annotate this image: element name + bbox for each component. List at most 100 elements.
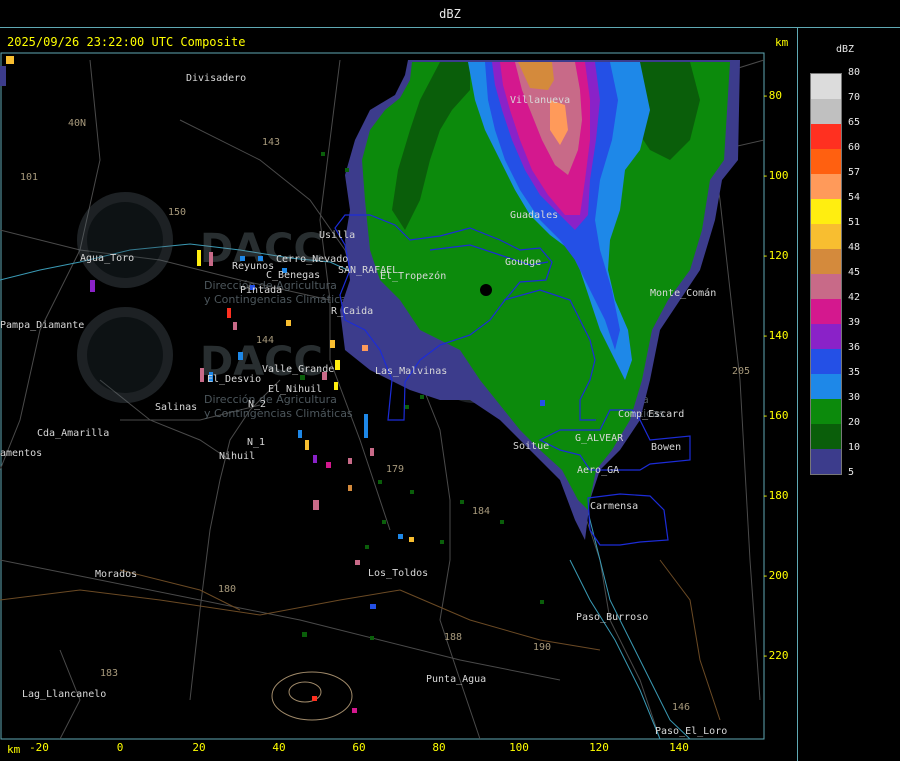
legend-swatch <box>811 274 841 299</box>
place-amentos: amentos <box>0 448 42 459</box>
timestamp: 2025/09/26 23:22:00 UTC Composite <box>7 35 246 49</box>
place-guadales: Guadales <box>510 210 558 221</box>
legend-label: 20 <box>848 417 861 428</box>
place-soitue: Soitue <box>513 441 549 452</box>
place-los-toldos: Los_Toldos <box>368 568 428 579</box>
road-188: 188 <box>444 632 462 643</box>
place-r-caida: R_Caida <box>331 306 373 317</box>
place-punta-agua: Punta_Agua <box>426 674 486 685</box>
legend-label: 35 <box>848 367 861 378</box>
radar-map[interactable]: DACC DACC DACC DACC Dirección de Agricul… <box>0 0 900 761</box>
legend-swatch <box>811 249 841 274</box>
legend-label: 30 <box>848 392 861 403</box>
legend-colorbar <box>810 73 842 475</box>
road-146: 146 <box>672 702 690 713</box>
legend-label: 36 <box>848 342 861 353</box>
legend-swatch <box>811 124 841 149</box>
km-label-top: km <box>775 36 789 49</box>
legend-swatch <box>811 149 841 174</box>
place-el-desvio: El_Desvio <box>207 374 261 385</box>
x-tick: 140 <box>669 741 689 754</box>
place-agua-toro: Agua_Toro <box>80 253 134 264</box>
road-144: 144 <box>256 335 274 346</box>
radar-site <box>480 284 492 296</box>
legend-label: 70 <box>848 92 861 103</box>
legend-swatch <box>811 399 841 424</box>
legend-label: 80 <box>848 67 861 78</box>
place-salinas: Salinas <box>155 402 197 413</box>
legend-swatch <box>811 424 841 449</box>
place-reyunos: Reyunos <box>232 261 274 272</box>
y-tick: -200 <box>762 569 789 582</box>
x-tick: 100 <box>509 741 529 754</box>
place-aero-ga: Aero_GA <box>577 465 619 476</box>
place-lag-llancanelo: Lag_Llancanelo <box>22 689 106 700</box>
x-tick: 20 <box>192 741 206 754</box>
y-tick: -80 <box>762 89 782 102</box>
road-101: 101 <box>20 172 38 183</box>
legend-swatch <box>811 224 841 249</box>
place-pampa-diamante: Pampa_Diamante <box>0 320 84 331</box>
place-las-malvinas: Las_Malvinas <box>375 366 447 377</box>
legend-label: 57 <box>848 167 861 178</box>
y-tick: -220 <box>762 649 789 662</box>
place-nihuil: Nihuil <box>219 451 255 462</box>
place-goudge: Goudge <box>505 257 541 268</box>
x-tick: 60 <box>352 741 366 754</box>
place-valle-grande: Valle_Grande <box>262 364 334 375</box>
place-carmensa: Carmensa <box>590 501 638 512</box>
road-179: 179 <box>386 464 404 475</box>
y-tick: -120 <box>762 249 789 262</box>
x-tick: 120 <box>589 741 609 754</box>
legend-label: 39 <box>848 317 861 328</box>
watermark-line2b: y Contingencias Climáticas <box>204 407 353 420</box>
legend-label: 48 <box>848 242 861 253</box>
place-morados: Morados <box>95 569 137 580</box>
x-tick: 0 <box>116 741 124 754</box>
place-paso-el-loro: Paso_El_Loro <box>655 726 727 737</box>
legend-swatch <box>811 99 841 124</box>
legend-swatch <box>811 174 841 199</box>
legend-label: 54 <box>848 192 861 203</box>
place-paso-burroso: Paso_Burroso <box>576 612 648 623</box>
x-tick: -20 <box>29 741 49 754</box>
place-g-alvear: G_ALVEAR <box>575 433 624 444</box>
road-184: 184 <box>472 506 490 517</box>
place-comp-escard: Comp_Escard <box>618 409 684 420</box>
legend-swatch <box>811 74 841 99</box>
road-180: 180 <box>218 584 236 595</box>
road-190: 190 <box>533 642 551 653</box>
road-150: 150 <box>168 207 186 218</box>
road-40n: 40N <box>68 118 86 129</box>
km-label-bottom: km <box>7 743 21 756</box>
y-tick: -180 <box>762 489 789 502</box>
road-183: 183 <box>100 668 118 679</box>
place-bowen: Bowen <box>651 442 681 453</box>
legend-swatch <box>811 199 841 224</box>
legend-label: 60 <box>848 142 861 153</box>
place-cda-amarilla: Cda_Amarilla <box>37 428 109 439</box>
legend-swatch <box>811 449 841 474</box>
x-tick: 80 <box>432 741 446 754</box>
y-tick: -160 <box>762 409 789 422</box>
y-tick: -100 <box>762 169 789 182</box>
place-villanueva: Villanueva <box>510 95 570 106</box>
brown-lines <box>0 559 721 721</box>
legend-label: 51 <box>848 217 861 228</box>
road-205: 205 <box>732 366 750 377</box>
place-pintada: Pintada <box>240 285 282 296</box>
legend-label: 45 <box>848 267 861 278</box>
legend-label: 42 <box>848 292 861 303</box>
place-cerro-nevado: Cerro_Nevado <box>276 254 348 265</box>
legend-title: dBZ <box>836 44 855 55</box>
place-el-nihuil: El_Nihuil <box>268 384 322 395</box>
road-143: 143 <box>262 137 280 148</box>
legend-swatch <box>811 349 841 374</box>
place-el-tropezon: El_Tropezón <box>380 270 446 282</box>
legend-swatch <box>811 324 841 349</box>
legend-label: 5 <box>848 467 855 478</box>
y-tick: -140 <box>762 329 789 342</box>
place-n2: N_2 <box>248 399 266 410</box>
x-tick: 40 <box>272 741 286 754</box>
legend-label: 65 <box>848 117 861 128</box>
